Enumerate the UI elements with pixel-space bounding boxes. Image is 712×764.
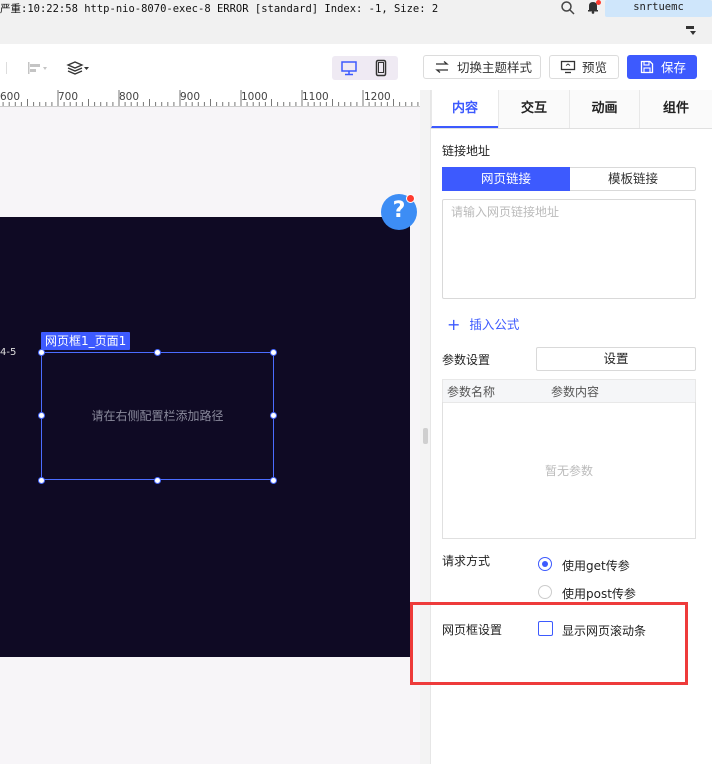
ruler-label: 800 (119, 91, 140, 103)
swap-icon (435, 61, 449, 73)
switch-theme-label: 切换主题样式 (457, 60, 533, 75)
resize-handle[interactable] (38, 349, 45, 356)
resize-handle[interactable] (38, 477, 45, 484)
help-badge-dot (406, 194, 415, 203)
align-icon[interactable] (26, 60, 50, 76)
tab-animation[interactable]: 动画 (569, 90, 639, 128)
get-radio[interactable] (538, 557, 552, 571)
params-label: 参数设置 (442, 353, 491, 367)
ruler-label: 1000 (241, 91, 268, 103)
preview-label: 预览 (582, 60, 608, 75)
mobile-view-icon[interactable] (368, 58, 394, 78)
error-log-text: 严重:10:22:58 http-nio-8070-exec-8 ERROR [… (0, 3, 439, 15)
save-icon (640, 60, 654, 74)
layers-icon[interactable] (65, 59, 91, 77)
notification-dot (596, 0, 601, 5)
resize-handle[interactable] (270, 349, 277, 356)
ruler-label: 700 (58, 91, 79, 103)
highlight-annotation-box (410, 602, 688, 685)
dropdown-corner-icon[interactable] (685, 25, 697, 37)
tab-content[interactable]: 内容 (431, 90, 498, 128)
toolbar-divider (6, 62, 7, 74)
user-account-button[interactable]: snrtuemc (605, 0, 712, 17)
horizontal-ruler: 600 700 800 900 1000 1100 1200 (0, 90, 420, 107)
save-label: 保存 (661, 60, 687, 75)
insert-formula-link[interactable]: + 插入公式 (447, 314, 520, 334)
template-link-option[interactable]: 模板链接 (570, 167, 696, 191)
params-set-button[interactable]: 设置 (536, 347, 696, 371)
iframe-placeholder-text: 请在右侧配置栏添加路径 (91, 409, 224, 423)
ruler-label: 900 (180, 91, 201, 103)
switch-theme-button[interactable]: 切换主题样式 (423, 55, 541, 79)
resize-handle[interactable] (270, 477, 277, 484)
resize-handle[interactable] (270, 412, 277, 419)
component-label: 4-5 (0, 347, 17, 358)
ruler-label: 600 (0, 91, 21, 103)
get-radio-label[interactable]: 使用get传参 (562, 557, 630, 574)
save-button[interactable]: 保存 (627, 55, 697, 79)
preview-button[interactable]: 预览 (549, 55, 619, 79)
request-method-label: 请求方式 (442, 554, 491, 568)
tab-component[interactable]: 组件 (639, 90, 712, 128)
search-icon[interactable] (560, 0, 576, 16)
insert-formula-label: 插入公式 (469, 317, 520, 332)
resize-handle[interactable] (154, 477, 161, 484)
iframe-name-tag[interactable]: 网页框1_页面1 (41, 332, 131, 350)
post-radio[interactable] (538, 585, 552, 599)
param-name-column: 参数名称 (447, 385, 496, 399)
params-empty-text: 暂无参数 (544, 464, 593, 478)
splitter-handle[interactable] (423, 428, 428, 444)
desktop-view-icon[interactable] (336, 58, 362, 78)
ruler-label: 1200 (364, 91, 391, 103)
post-radio-label[interactable]: 使用post传参 (562, 585, 636, 602)
tab-interaction[interactable]: 交互 (498, 90, 569, 128)
ruler-label: 1100 (302, 91, 329, 103)
web-link-option[interactable]: 网页链接 (442, 167, 570, 191)
resize-handle[interactable] (38, 412, 45, 419)
url-textarea[interactable]: 请输入网页链接地址 (442, 199, 696, 299)
link-address-label: 链接地址 (442, 144, 491, 158)
resize-handle[interactable] (154, 349, 161, 356)
param-content-column: 参数内容 (551, 385, 600, 399)
plus-icon: + (447, 315, 461, 334)
monitor-icon (560, 60, 576, 74)
